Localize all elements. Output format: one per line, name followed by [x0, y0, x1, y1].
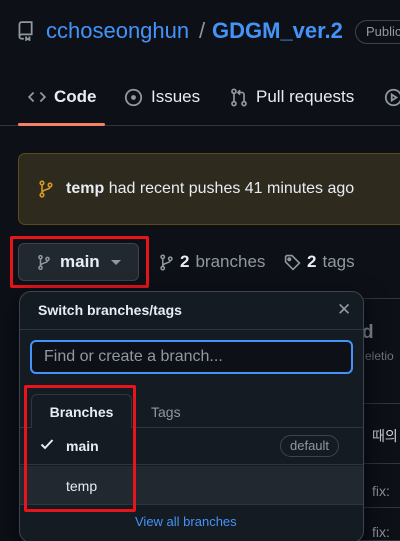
git-branch-icon	[159, 253, 174, 271]
active-tab-indicator	[18, 123, 105, 126]
repo-nav-tabs: Code Issues Pull requests	[0, 68, 400, 126]
default-branch-badge: default	[280, 435, 340, 457]
repo-name-link[interactable]: GDGM_ver.2	[212, 18, 343, 44]
close-icon[interactable]: ✕	[337, 301, 351, 319]
divider	[20, 329, 363, 330]
tab-actions[interactable]	[384, 68, 400, 126]
tab-pull-requests[interactable]: Pull requests	[230, 68, 354, 126]
branches-label: branches	[195, 252, 266, 271]
tab-code-label: Code	[54, 87, 97, 106]
push-banner-message: had recent pushes 41 minutes ago	[108, 180, 355, 197]
repo-path-separator: /	[199, 18, 206, 43]
annotation-highlight-branch-button	[10, 236, 149, 288]
tab-pull-requests-label: Pull requests	[256, 87, 355, 106]
tab-code[interactable]: Code	[28, 68, 97, 126]
commit-row-text: fix:	[372, 524, 390, 540]
repo-owner-link[interactable]: cchoseonghun	[46, 18, 189, 44]
code-icon	[28, 88, 46, 106]
branch-search-input[interactable]	[30, 340, 353, 374]
branches-link[interactable]: 2 branches	[159, 252, 265, 272]
tag-icon	[284, 254, 301, 271]
tags-link[interactable]: 2 tags	[284, 252, 355, 272]
view-all-branches-link[interactable]: View all branches	[135, 514, 237, 529]
tags-count: 2	[307, 252, 317, 271]
push-banner-branch[interactable]: temp	[66, 180, 104, 197]
annotation-highlight-branches-list	[24, 385, 136, 512]
background-subtext-fragment: eletio	[365, 349, 394, 363]
repo-icon	[16, 21, 34, 42]
tab-tags[interactable]: Tags	[151, 404, 181, 420]
play-icon	[384, 88, 400, 107]
tab-issues-label: Issues	[151, 87, 201, 106]
tags-label: tags	[322, 252, 355, 271]
branches-count: 2	[180, 252, 190, 271]
dropdown-title: Switch branches/tags	[38, 302, 182, 318]
push-banner-text: temp had recent pushes 41 minutes ago	[66, 180, 354, 198]
commit-row-text: fix:	[372, 483, 390, 499]
issue-opened-icon	[124, 88, 143, 107]
git-branch-icon	[38, 180, 54, 203]
tab-issues[interactable]: Issues	[124, 68, 200, 126]
visibility-badge: Public	[355, 20, 400, 44]
commit-row-text: 때의	[372, 428, 398, 444]
git-pull-request-icon	[230, 88, 248, 107]
